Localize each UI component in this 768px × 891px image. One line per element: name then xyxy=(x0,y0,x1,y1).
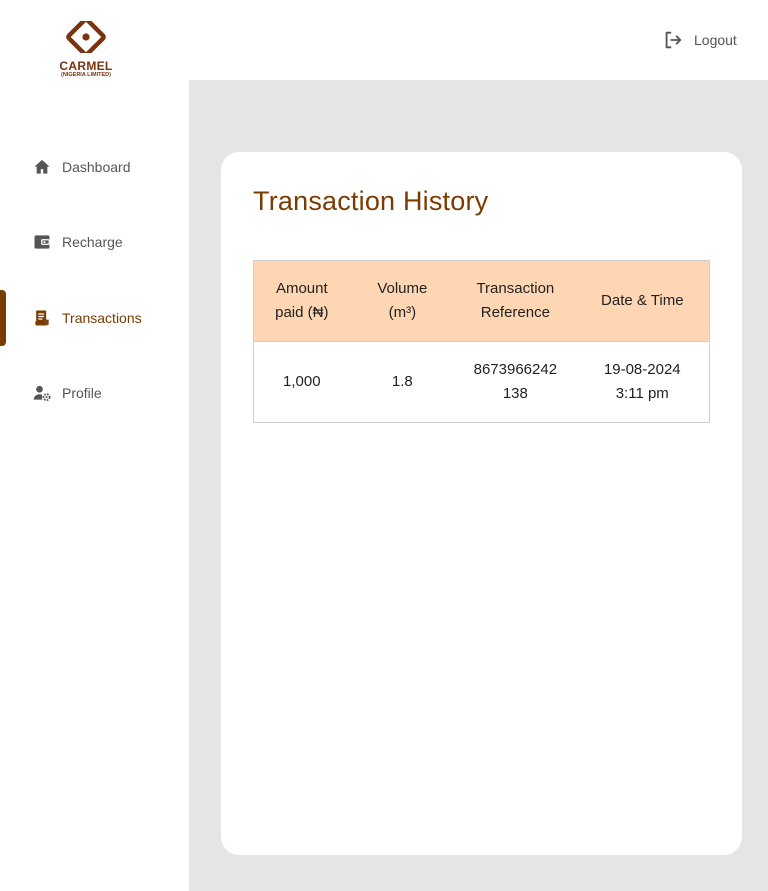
sidebar-item-label: Dashboard xyxy=(62,159,131,175)
receipt-icon xyxy=(35,310,49,326)
column-header-amount[interactable]: Amount paid (₦) xyxy=(254,261,350,341)
table-header: Amount paid (₦) Volume (m³) Transaction … xyxy=(254,261,709,342)
sidebar-item-label: Profile xyxy=(62,385,102,401)
column-header-volume[interactable]: Volume (m³) xyxy=(350,261,456,341)
sidebar-item-transactions[interactable]: Transactions xyxy=(0,290,189,346)
brand-name: CARMEL xyxy=(59,59,113,73)
cell-amount: 1,000 xyxy=(254,342,350,422)
cell-value: 19-08-2024 3:11 pm xyxy=(603,361,681,402)
sidebar-item-recharge[interactable]: Recharge xyxy=(0,214,189,270)
carmel-logo-icon xyxy=(66,16,106,58)
cell-reference: 8673966242 138 xyxy=(455,342,575,422)
column-header-datetime[interactable]: Date & Time xyxy=(576,261,709,341)
table-row[interactable]: 1,000 1.8 8673966242 138 19-08-2024 3:11… xyxy=(254,342,709,422)
sidebar: Dashboard Recharge Transactions Profile xyxy=(0,80,189,891)
top-bar: CARMEL (NIGERIA LIMITED) Logout xyxy=(0,0,768,80)
column-header-reference[interactable]: Transaction Reference xyxy=(455,261,575,341)
header-label: Volume (m³) xyxy=(377,280,428,321)
cell-value: 1.8 xyxy=(391,373,413,390)
header-label: Amount paid (₦) xyxy=(275,280,329,321)
page-title: Transaction History xyxy=(253,186,489,216)
sidebar-item-label: Recharge xyxy=(62,234,123,250)
cell-volume: 1.8 xyxy=(350,342,456,422)
brand-subtitle: (NIGERIA LIMITED) xyxy=(61,72,111,78)
brand-logo[interactable]: CARMEL (NIGERIA LIMITED) xyxy=(55,16,117,80)
logout-icon xyxy=(665,31,682,49)
logout-button[interactable]: Logout xyxy=(662,29,737,51)
wallet-icon xyxy=(34,235,50,249)
main-content: Transaction History Amount paid (₦) Volu… xyxy=(189,80,768,891)
home-icon xyxy=(34,159,50,174)
cell-value: 1,000 xyxy=(283,373,321,390)
transaction-card: Transaction History Amount paid (₦) Volu… xyxy=(221,152,742,855)
header-label: Transaction Reference xyxy=(476,280,555,321)
app: CARMEL (NIGERIA LIMITED) Logout Dashboar… xyxy=(0,0,768,891)
logout-label: Logout xyxy=(694,32,737,48)
user-settings-icon xyxy=(33,385,51,402)
sidebar-item-dashboard[interactable]: Dashboard xyxy=(0,139,189,195)
transaction-table: Amount paid (₦) Volume (m³) Transaction … xyxy=(253,260,710,423)
header-label: Date & Time xyxy=(601,292,684,309)
sidebar-item-profile[interactable]: Profile xyxy=(0,365,189,421)
sidebar-item-label: Transactions xyxy=(62,310,142,326)
cell-value: 8673966242 138 xyxy=(473,361,558,402)
cell-datetime: 19-08-2024 3:11 pm xyxy=(576,342,709,422)
